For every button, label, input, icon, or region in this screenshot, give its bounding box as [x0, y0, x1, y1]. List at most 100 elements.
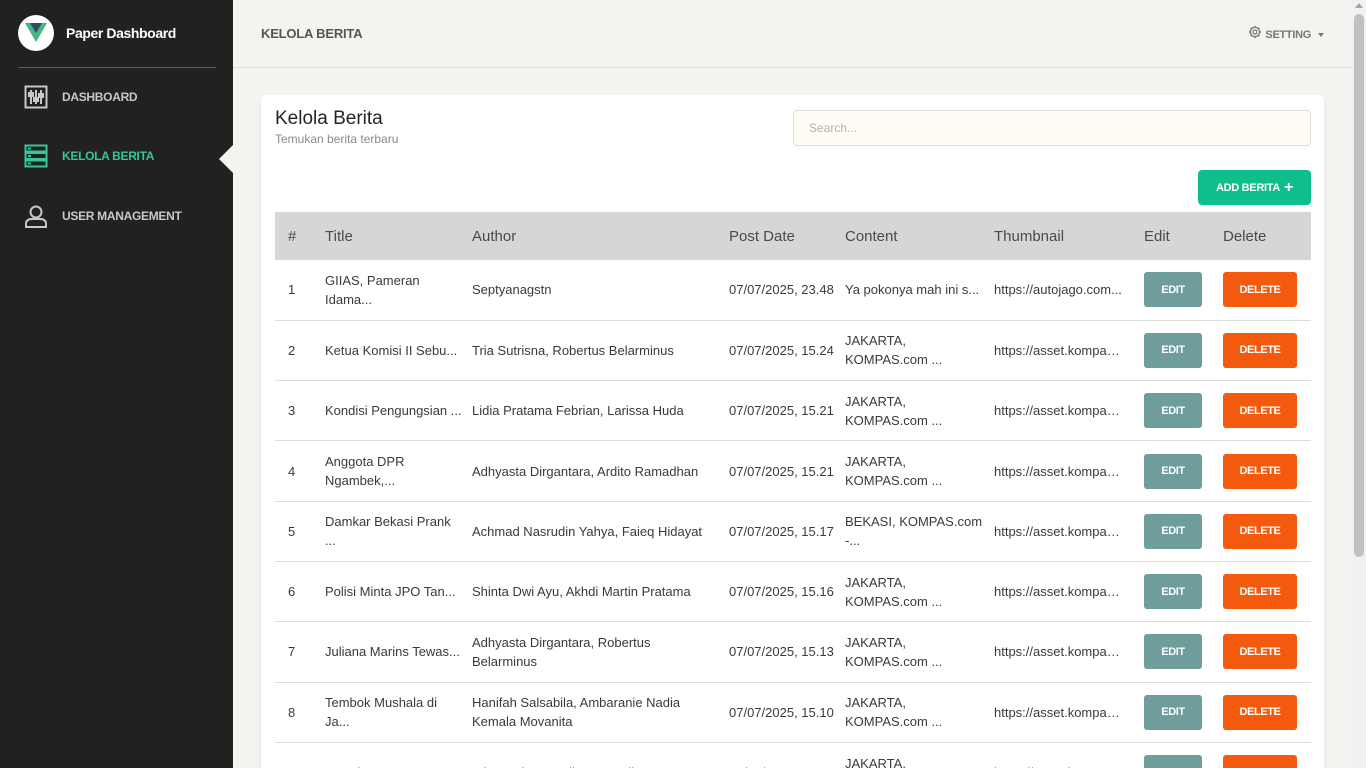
sliders-icon [24, 85, 48, 109]
row-thumbnail: https://asset.kompas... [994, 342, 1124, 358]
row-thumbnail: https://asset.kompas... [994, 403, 1124, 419]
sidebar-item-dashboard[interactable]: DASHBOARD [24, 84, 138, 110]
edit-button[interactable]: EDIT [1144, 755, 1202, 768]
table-body: 1 GIIAS, Pameran Idama... Septyanagstn 07/0… [275, 260, 1311, 768]
table-row: 5 Damkar Bekasi Prank ... Achmad Nasrudin … [275, 501, 1311, 562]
table-row: 4 Anggota DPR Ngambek,... Adhyasta Dirgant… [275, 441, 1311, 502]
row-post-date: 07/07/2025, 15.05 [729, 742, 845, 768]
scroll-up-arrow-icon[interactable] [1355, 3, 1363, 8]
edit-button[interactable]: EDIT [1144, 513, 1202, 549]
row-post-date: 07/07/2025, 15.10 [729, 704, 834, 720]
col-header-title: Title [325, 227, 353, 245]
setting-dropdown[interactable]: SETTING [1248, 25, 1324, 44]
row-post-date: 07/07/2025, 15.16 [729, 584, 834, 600]
row-number: 7 [288, 644, 296, 660]
row-edit-cell: EDIT [1144, 501, 1223, 561]
row-delete-cell: DELETE [1223, 320, 1311, 380]
row-title: Ketua Komisi II Sebu... [325, 342, 458, 358]
row-content: JAKARTA, KOMPAS.com ... [845, 574, 943, 609]
delete-button[interactable]: DELETE [1223, 393, 1297, 429]
delete-button[interactable]: DELETE [1223, 574, 1297, 610]
col-header-number: # [288, 227, 297, 245]
table-row: 8 Tembok Mushala di Ja... Hanifah Salsabil… [275, 682, 1311, 743]
row-author: Tria Sutrisna, Robertus Belarminus [472, 342, 674, 358]
delete-button[interactable]: DELETE [1223, 755, 1297, 768]
row-edit-cell: EDIT [1144, 260, 1223, 320]
edit-button[interactable]: EDIT [1144, 634, 1202, 670]
row-post-date: 07/07/2025, 23.48 [729, 282, 834, 298]
row-delete-cell: DELETE [1223, 561, 1311, 621]
search-input[interactable] [793, 110, 1311, 146]
edit-button[interactable]: EDIT [1144, 393, 1202, 429]
plus-icon: + [1283, 178, 1294, 196]
delete-button[interactable]: DELETE [1223, 634, 1297, 670]
top-navbar: KELOLA BERITA SETTING [233, 0, 1352, 68]
news-card: Kelola Berita Temukan berita terbaru ADD… [261, 95, 1324, 768]
col-header-author: Author [472, 227, 517, 245]
row-title: MK Dianggap ... [325, 742, 472, 768]
row-content: JAKARTA, KOMPAS.com ... [845, 634, 943, 669]
row-edit-cell: EDIT [1144, 682, 1223, 742]
sidebar-item-kelola-berita[interactable]: KELOLA BERITA [24, 143, 154, 169]
row-author: Tria Sutrisna, Ardito Ramadhan [472, 742, 729, 768]
add-berita-button[interactable]: ADD BERITA + [1198, 170, 1311, 205]
user-icon [24, 204, 48, 228]
row-content: JAKARTA, KOMPAS.com ... [845, 333, 943, 368]
page-scrollbar[interactable] [1352, 0, 1366, 768]
row-thumbnail: https://autojago.com... [994, 282, 1122, 298]
gear-icon [1248, 25, 1262, 44]
delete-button[interactable]: DELETE [1223, 272, 1297, 308]
row-content: JAKARTA, KOMPAS.com ... [845, 454, 943, 489]
row-author: Shinta Dwi Ayu, Akhdi Martin Pratama [472, 584, 691, 600]
sidebar-item-user-management[interactable]: USER MANAGEMENT [24, 203, 182, 229]
brand-logo[interactable]: Paper Dashboard [18, 15, 176, 51]
row-delete-cell: DELETE [1223, 260, 1311, 320]
row-delete-cell: DELETE [1223, 381, 1311, 441]
row-thumbnail: https://asset.kompas... [994, 742, 1144, 768]
row-content: JAKARTA, KOMPAS.com ... [845, 695, 943, 730]
edit-button[interactable]: EDIT [1144, 694, 1202, 730]
setting-label: SETTING [1265, 28, 1311, 41]
row-author: Adhyasta Dirgantara, Robertus Belarminus [472, 634, 651, 669]
chevron-down-icon [1318, 32, 1324, 37]
page-title: KELOLA BERITA [261, 26, 363, 41]
edit-button[interactable]: EDIT [1144, 453, 1202, 489]
row-title: Tembok Mushala di Ja... [325, 695, 437, 730]
row-post-date: 07/07/2025, 15.24 [729, 342, 834, 358]
row-number: 8 [288, 704, 296, 720]
row-title: Kondisi Pengungsian ... [325, 403, 462, 419]
row-title: GIIAS, Pameran Idama... [325, 272, 420, 307]
edit-button[interactable]: EDIT [1144, 272, 1202, 308]
row-author: Achmad Nasrudin Yahya, Faieq Hidayat [472, 523, 703, 539]
row-number: 5 [288, 523, 296, 539]
col-header-thumbnail: Thumbnail [994, 227, 1065, 245]
row-thumbnail: https://asset.kompas... [994, 644, 1124, 660]
row-thumbnail: https://asset.kompas... [994, 523, 1124, 539]
sidebar-divider [18, 67, 216, 68]
sidebar: Paper Dashboard DASHBOARD KELOLA BERITA [0, 0, 233, 768]
row-title: Juliana Marins Tewas... [325, 644, 460, 660]
row-delete-cell: DELETE [1223, 622, 1311, 682]
brand-name: Paper Dashboard [66, 25, 176, 41]
scroll-thumb[interactable] [1354, 14, 1364, 557]
delete-button[interactable]: DELETE [1223, 453, 1297, 489]
row-edit-cell: EDIT [1144, 441, 1223, 501]
col-header-edit: Edit [1144, 227, 1170, 245]
row-number: 2 [288, 342, 296, 358]
delete-button[interactable]: DELETE [1223, 694, 1297, 730]
edit-button[interactable]: EDIT [1144, 332, 1202, 368]
delete-button[interactable]: DELETE [1223, 332, 1297, 368]
row-delete-cell: DELETE [1223, 501, 1311, 561]
vue-logo-icon [18, 15, 54, 51]
row-author: Hanifah Salsabila, Ambaranie Nadia Kemal… [472, 695, 681, 730]
edit-button[interactable]: EDIT [1144, 574, 1202, 610]
delete-button[interactable]: DELETE [1223, 513, 1297, 549]
row-thumbnail: https://asset.kompas... [994, 463, 1124, 479]
row-delete-cell: DELETE [1223, 742, 1311, 768]
col-header-delete: Delete [1223, 227, 1267, 245]
row-author: Lidia Pratama Febrian, Larissa Huda [472, 403, 684, 419]
row-number: 6 [288, 584, 296, 600]
table-row: 3 Kondisi Pengungsian ... Lidia Pratama Fe… [275, 381, 1311, 441]
row-thumbnail: https://asset.kompas... [994, 584, 1124, 600]
col-header-content: Content [845, 227, 898, 245]
